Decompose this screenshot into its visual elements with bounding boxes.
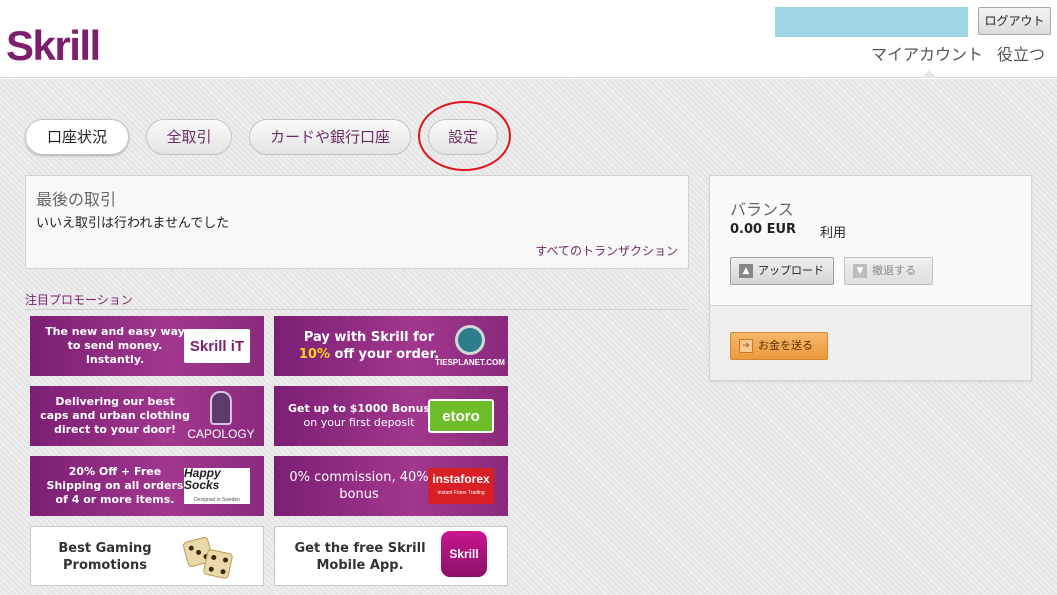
tiesplanet-logo: TIESPLANET.COM xyxy=(435,319,505,373)
nav-my-account[interactable]: マイアカウント xyxy=(871,44,983,66)
balance-summary: バランス 0.00 EUR 利用 ▲ アップロード ▼ 撤退する xyxy=(710,176,1031,306)
header: Skrill ログアウト マイアカウント 役立つ xyxy=(0,0,1057,78)
skrill-app-icon: Skrill xyxy=(441,531,487,577)
withdraw-button[interactable]: ▼ 撤退する xyxy=(844,257,933,285)
tab-all-transactions[interactable]: 全取引 xyxy=(146,119,232,155)
promo-text: Delivering our best caps and urban cloth… xyxy=(40,395,190,436)
promo-banner-capology[interactable]: Delivering our best caps and urban cloth… xyxy=(30,386,264,446)
capology-mascot-icon xyxy=(210,391,232,425)
promotions-divider xyxy=(25,309,689,310)
tab-settings[interactable]: 設定 xyxy=(428,119,498,155)
promo-text: The new and easy way to send money. Inst… xyxy=(45,325,185,366)
nav-help[interactable]: 役立つ xyxy=(997,44,1045,66)
tie-icon xyxy=(455,325,485,355)
promo-banner-gaming[interactable]: Best Gaming Promotions xyxy=(30,526,264,586)
arrow-down-icon: ▼ xyxy=(853,264,867,278)
skrill-logo[interactable]: Skrill xyxy=(6,22,101,70)
happy-socks-logo-sub: Designed in Sweden xyxy=(194,496,240,503)
promo-banner-etoro[interactable]: Get up to $1000 Bonus on your first depo… xyxy=(274,386,508,446)
no-transactions-message: いいえ取引は行われませんでした xyxy=(36,216,230,231)
promotions-heading: 注目プロモーション xyxy=(25,293,133,307)
tiesplanet-logo-text: TIESPLANET.COM xyxy=(435,358,505,367)
promo-text: 0% commission, 40% bonus xyxy=(289,470,429,502)
promo-text: Pay with Skrill for 10% off your order. xyxy=(284,316,454,376)
promo-text-line1: Pay with Skrill for xyxy=(303,330,435,345)
balance-amount: 0.00 EUR xyxy=(730,222,797,237)
promo-text-rest: off your order. xyxy=(334,347,440,362)
balance-title: バランス xyxy=(730,200,794,219)
promo-text: Get up to $1000 Bonus on your first depo… xyxy=(284,386,434,446)
instaforex-logo-sub: Instant Forex Trading xyxy=(437,490,485,496)
die-icon xyxy=(202,548,234,580)
withdraw-label: 撤退する xyxy=(872,264,916,277)
capology-logo-text: CAPOLOGY xyxy=(187,427,255,441)
tab-account-status[interactable]: 口座状況 xyxy=(25,119,129,155)
send-money-section: ➜ お金を送る xyxy=(710,306,1031,380)
capology-logo: CAPOLOGY xyxy=(186,388,256,444)
promo-banner-tiesplanet[interactable]: Pay with Skrill for 10% off your order. … xyxy=(274,316,508,376)
last-transactions-panel: 最後の取引 いいえ取引は行われませんでした すべてのトランザクション xyxy=(25,175,689,269)
user-info-box xyxy=(775,7,968,37)
nav-active-pointer xyxy=(921,70,937,78)
last-transactions-title: 最後の取引 xyxy=(36,190,117,209)
logout-button[interactable]: ログアウト xyxy=(978,7,1051,35)
promo-banner-instaforex[interactable]: 0% commission, 40% bonus instaforex Inst… xyxy=(274,456,508,516)
upload-label: アップロード xyxy=(758,264,824,277)
balance-panel: バランス 0.00 EUR 利用 ▲ アップロード ▼ 撤退する ➜ お金を送る xyxy=(709,175,1032,381)
send-money-button[interactable]: ➜ お金を送る xyxy=(730,332,828,360)
happy-socks-logo-text: Happy Socks xyxy=(184,465,221,492)
promo-banner-skrill-mobile-app[interactable]: Get the free Skrill Mobile App. Skrill xyxy=(274,526,508,586)
arrow-right-icon: ➜ xyxy=(739,339,753,353)
promo-text: Get the free Skrill Mobile App. xyxy=(294,541,426,573)
promo-banner-skrill-it[interactable]: The new and easy way to send money. Inst… xyxy=(30,316,264,376)
all-transactions-link[interactable]: すべてのトランザクション xyxy=(535,242,678,259)
promo-text-main: Get up to $1000 Bonus xyxy=(287,402,430,415)
send-money-label: お金を送る xyxy=(758,339,813,352)
promo-discount: 10% xyxy=(298,347,331,362)
dice-icon xyxy=(181,535,237,580)
skrill-it-logo: Skrill iT xyxy=(184,329,250,363)
happy-socks-logo: Happy Socks Designed in Sweden xyxy=(184,465,250,504)
upload-button[interactable]: ▲ アップロード xyxy=(730,257,834,285)
promo-text-line2: 10% off your order. xyxy=(299,346,439,363)
promo-text: Best Gaming Promotions xyxy=(58,541,152,573)
balance-status: 利用 xyxy=(820,226,847,241)
instaforex-logo-text: instaforex xyxy=(432,472,490,486)
tab-cards-bank-accounts[interactable]: カードや銀行口座 xyxy=(249,119,411,155)
promo-text-sub: on your first deposit xyxy=(303,416,415,429)
etoro-logo: etoro xyxy=(428,399,494,433)
promo-banner-happy-socks[interactable]: 20% Off + Free Shipping on all orders of… xyxy=(30,456,264,516)
promo-text: 20% Off + Free Shipping on all orders of… xyxy=(46,465,184,506)
arrow-up-icon: ▲ xyxy=(739,264,753,278)
instaforex-logo: instaforex Instant Forex Trading xyxy=(428,468,494,504)
main-content: 口座状況 全取引 カードや銀行口座 設定 最後の取引 いいえ取引は行われませんで… xyxy=(0,79,1057,595)
